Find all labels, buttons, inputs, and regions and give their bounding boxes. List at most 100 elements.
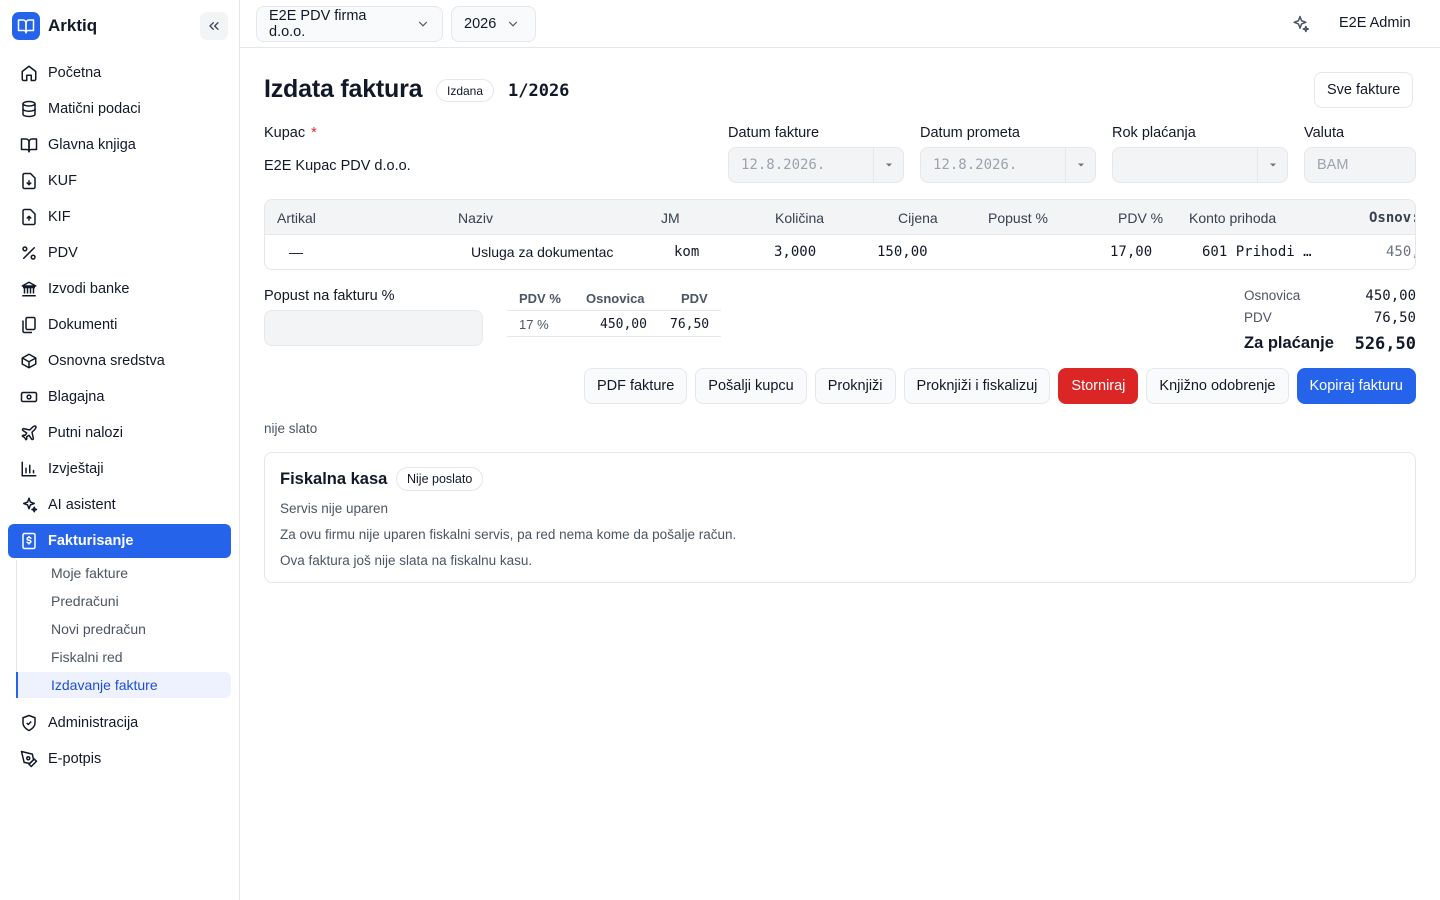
home-icon [20,64,38,82]
fiscal-send-status: Ova faktura još nije slata na fiskalnu k… [280,553,533,568]
sidebar-item-izvodi-banke[interactable]: Izvodi banke [8,272,231,306]
column-header: Osnovica [586,291,645,306]
table-row: 17 % 450,00 76,50 [507,311,721,337]
vat-rate: 17 % [519,317,549,332]
invoice-date-input[interactable]: 12.8.2026. [728,147,873,183]
invoice-discount-label: Popust na fakturu % [264,288,395,304]
subnav-item-predracuni[interactable]: Predračuni [16,588,231,614]
item-revenue-account[interactable]: 601 Prihodi … [1202,244,1312,260]
chevron-down-icon [416,17,430,31]
storno-button[interactable]: Storniraj [1058,368,1139,404]
post-and-fiscalize-button[interactable]: Proknjiži i fiskalizuj [903,368,1051,404]
sidebar-item-maticni-podaci[interactable]: Matični podaci [8,92,231,126]
company-select[interactable]: E2E PDV firma d.o.o. [256,6,443,42]
send-to-customer-button[interactable]: Pošalji kupcu [695,368,807,404]
subnav-item-izdavanje-fakture[interactable]: Izdavanje fakture [16,672,231,698]
column-header: Naziv [458,210,494,226]
subnav-item-novi-predracun[interactable]: Novi predračun [16,616,231,642]
required-mark: * [311,125,317,141]
turnover-date-input[interactable]: 12.8.2026. [920,147,1065,183]
all-invoices-button[interactable]: Sve fakture [1314,72,1414,108]
sidebar-item-administracija[interactable]: Administracija [8,706,231,740]
item-vat-rate[interactable]: 17,00 [1110,244,1152,260]
plane-icon [20,424,38,442]
grand-total-value: 526,50 [1354,334,1416,354]
subnav-item-label: Fiskalni red [51,649,123,665]
item-name[interactable]: Usluga za dokumentac [471,244,623,260]
sidebar-item-pocetna[interactable]: Početna [8,56,231,90]
collapse-sidebar-button[interactable] [200,12,228,40]
fiscal-status-badge: Nije poslato [396,467,484,491]
column-header: PDV % [1118,210,1164,226]
sidebar-item-osnovna-sredstva[interactable]: Osnovna sredstva [8,344,231,378]
post-button[interactable]: Proknjiži [814,368,896,404]
chart-icon [20,460,38,478]
sidebar-item-e-potpis[interactable]: E-potpis [8,742,231,776]
vat-amount: 76,50 [670,317,710,332]
invoice-date-field[interactable]: 12.8.2026. [728,147,904,183]
company-select-value: E2E PDV firma d.o.o. [269,8,367,40]
year-select[interactable]: 2026 [451,6,536,42]
book-icon [20,136,38,154]
sidebar-item-putni-nalozi[interactable]: Putni nalozi [8,416,231,450]
item-article[interactable]: — [289,244,303,260]
customer-label: Kupac * [264,125,317,141]
table-row[interactable]: — Usluga za dokumentac kom 3,000 150,00 … [265,235,1415,269]
fiscal-card-title: Fiskalna kasa [280,470,388,488]
sidebar-item-label: Početna [48,65,102,81]
vat-base: 450,00 [600,317,647,332]
sidebar-item-izvjestaji[interactable]: Izvještaji [8,452,231,486]
credit-note-button[interactable]: Knjižno odobrenje [1146,368,1289,404]
sparkle-icon [1293,15,1310,33]
shield-icon [20,714,38,732]
sidebar-item-pdv[interactable]: PDV [8,236,231,270]
sidebar-item-label: Glavna knjiga [48,137,136,153]
currency-field[interactable]: BAM [1304,147,1416,183]
totals: Osnovica 450,00 PDV 76,50 Za plaćanje 52… [1244,286,1416,358]
customer-field[interactable]: E2E Kupac PDV d.o.o. [264,158,411,174]
invoice-date-dropdown[interactable] [873,147,904,183]
sidebar-item-ai-asistent[interactable]: AI asistent [8,488,231,522]
ai-sparkle-button[interactable] [1288,12,1312,36]
column-header: Osnov: [1369,210,1416,226]
sidebar-item-glavna-knjiga[interactable]: Glavna knjiga [8,128,231,162]
sidebar-item-label: Dokumenti [48,317,118,333]
item-price[interactable]: 150,00 [877,244,928,260]
column-header: Količina [775,210,825,226]
brand[interactable]: Arktiq [12,12,97,40]
sidebar-item-label: Putni nalozi [48,425,123,441]
column-header: PDV % [519,291,561,306]
turnover-date-field[interactable]: 12.8.2026. [920,147,1096,183]
chevrons-left-icon [209,21,219,30]
sidebar-item-dokumenti[interactable]: Dokumenti [8,308,231,342]
bank-icon [20,280,38,298]
item-quantity[interactable]: 3,000 [774,244,816,260]
pdf-button[interactable]: PDF fakture [583,368,688,404]
grand-total-label: Za plaćanje [1244,334,1334,352]
cash-icon [20,388,38,406]
items-table-header: Artikal Naziv JM Količina Cijena Popust … [265,200,1415,235]
sidebar-item-fakturisanje[interactable]: Fakturisanje [8,524,231,558]
vat-summary-header: PDV % Osnovica PDV [507,287,721,311]
turnover-date-dropdown[interactable] [1065,147,1096,183]
due-date-field[interactable] [1112,147,1288,183]
customer-label-text: Kupac [264,125,306,141]
due-date-dropdown[interactable] [1257,147,1288,183]
subnav-item-fiskalni-red[interactable]: Fiskalni red [16,644,231,670]
column-header: Cijena [898,210,938,226]
sidebar-item-kif[interactable]: KIF [8,200,231,234]
invoice-discount-input[interactable] [264,310,483,346]
copy-invoice-button[interactable]: Kopiraj fakturu [1296,368,1416,404]
caret-down-icon [1269,163,1276,167]
sidebar-item-label: Matični podaci [48,101,141,117]
item-unit[interactable]: kom [674,244,699,260]
due-date-input[interactable] [1112,147,1257,183]
user-menu[interactable]: E2E Admin [1339,15,1411,31]
total-base-row: Osnovica 450,00 [1244,286,1416,308]
total-vat-label: PDV [1244,310,1272,325]
sidebar-item-label: Administracija [48,715,139,731]
sidebar: Arktiq Početna Matični podaci Glavna knj… [0,0,240,900]
subnav-item-moje-fakture[interactable]: Moje fakture [16,560,231,586]
sidebar-item-blagajna[interactable]: Blagajna [8,380,231,414]
sidebar-item-kuf[interactable]: KUF [8,164,231,198]
